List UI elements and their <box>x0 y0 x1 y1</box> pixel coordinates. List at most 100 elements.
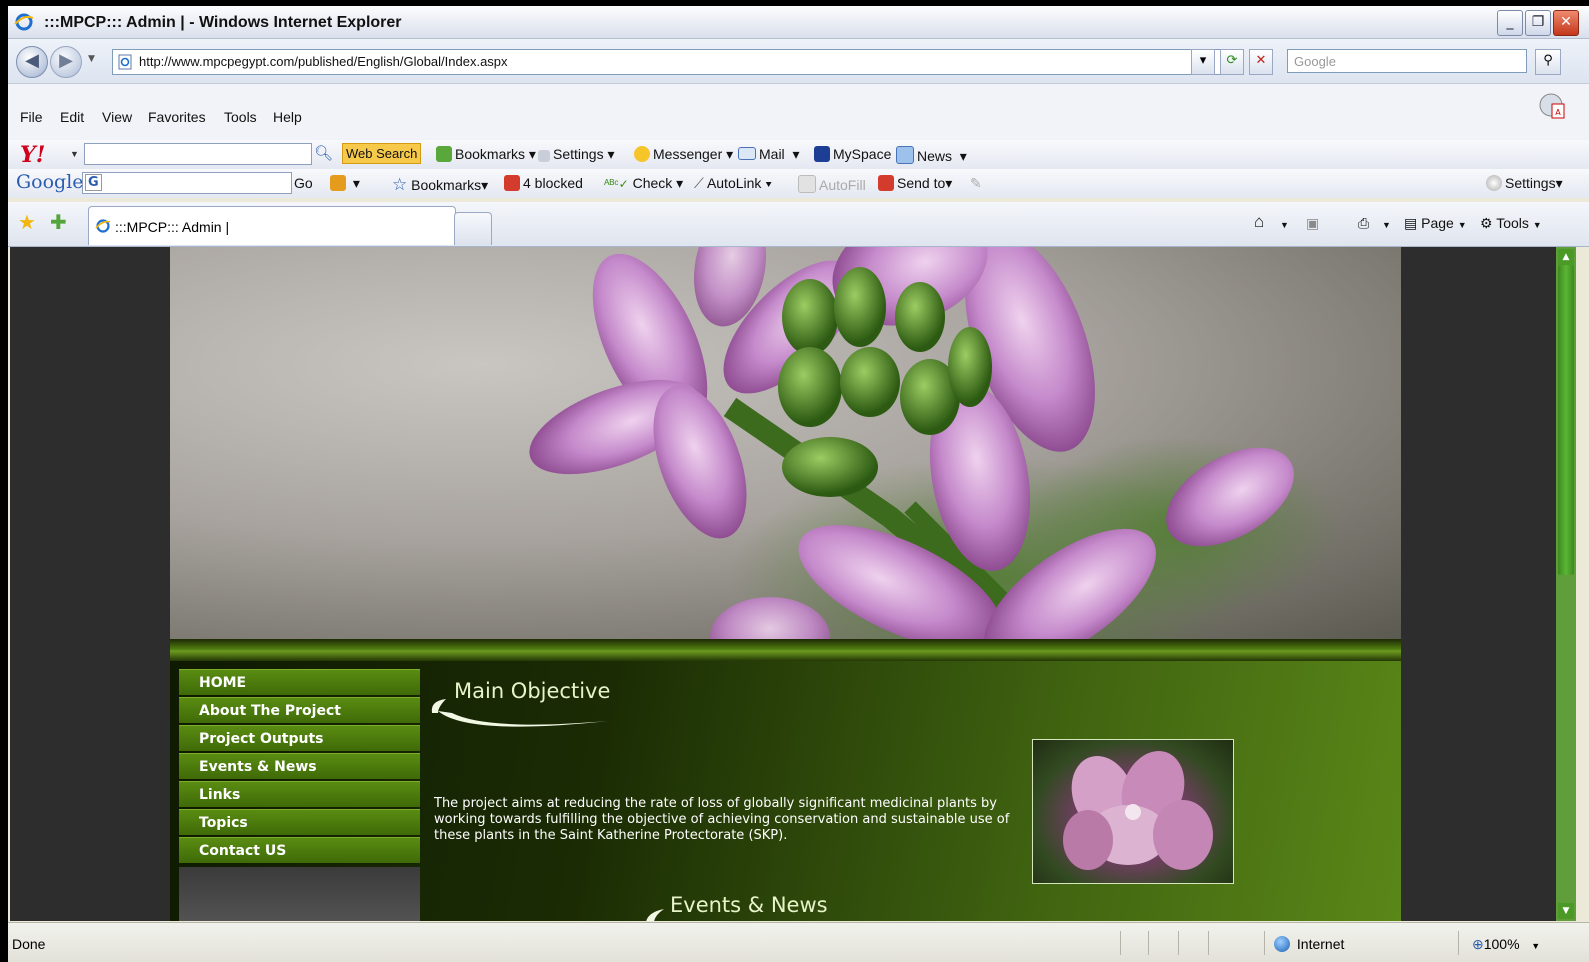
menu-view[interactable]: View <box>102 109 132 125</box>
send-to-button[interactable]: Send to▾ <box>878 175 952 192</box>
web-search-button[interactable]: Web Search <box>342 143 422 164</box>
magnifier-icon[interactable]: 🔍︎ <box>314 144 333 162</box>
nav-contact-us[interactable]: Contact US <box>179 837 420 863</box>
autofill-button[interactable]: AutoFill <box>798 175 866 193</box>
google-settings-button[interactable]: Settings▾ <box>1486 175 1563 192</box>
search-input[interactable]: Google <box>1287 49 1527 73</box>
minimize-button[interactable]: _ <box>1497 10 1523 36</box>
autolink-button[interactable]: ⟋ AutoLink ▾ <box>694 175 772 192</box>
yahoo-settings-label: Settings <box>553 146 604 162</box>
nav-project-outputs[interactable]: Project Outputs <box>179 725 420 751</box>
title-bar: :::MPCP::: Admin | - Windows Internet Ex… <box>8 6 1589 39</box>
status-divider <box>1264 931 1265 955</box>
mail-button[interactable]: Mail ▾ <box>738 146 799 163</box>
google-bookmarks-button[interactable]: ☆ Bookmarks▾ <box>392 175 488 195</box>
myspace-icon <box>814 146 830 162</box>
home-icon[interactable]: ⌂ <box>1254 212 1264 232</box>
yahoo-search-input[interactable] <box>84 143 312 165</box>
scroll-up-arrow-icon[interactable]: ▲ <box>1558 249 1574 265</box>
mail-label: Mail <box>759 146 785 162</box>
menu-bar: File Edit View Favorites Tools Help A <box>8 84 1589 140</box>
popup-blocker-button[interactable]: 4 blocked <box>504 175 583 191</box>
nav-links[interactable]: Links <box>179 781 420 807</box>
nav-events-news[interactable]: Events & News <box>179 753 420 779</box>
address-input[interactable]: http://www.mpcpegypt.com/published/Engli… <box>112 49 1244 75</box>
zone-label: Internet <box>1296 936 1345 952</box>
restore-button[interactable]: ❐ <box>1525 10 1551 36</box>
vertical-scrollbar[interactable]: ▲ ▼ <box>1556 247 1576 921</box>
acrobat-icon[interactable]: A <box>1538 92 1568 122</box>
autofill-label: AutoFill <box>819 177 866 193</box>
security-zone[interactable]: Internet <box>1274 936 1344 952</box>
print-icon[interactable]: ⎙ <box>1358 215 1369 232</box>
history-dropdown-icon[interactable]: ▼ <box>88 54 95 64</box>
spell-check-button[interactable]: ᴬᴮᶜ✓ Check ▾ <box>604 175 683 192</box>
menu-tools[interactable]: Tools <box>224 109 257 125</box>
menu-favorites[interactable]: Favorites <box>148 109 206 125</box>
scroll-down-arrow-icon[interactable]: ▼ <box>1558 903 1574 919</box>
highlighter-icon[interactable]: ✎ <box>970 175 982 192</box>
yahoo-bookmarks-button[interactable]: Bookmarks ▾ <box>436 146 536 163</box>
autofill-icon <box>798 175 816 193</box>
new-tab-button[interactable] <box>454 212 492 245</box>
zoom-label: 100% <box>1483 936 1520 952</box>
favorites-star-icon[interactable]: ★ <box>18 210 36 234</box>
home-dropdown-icon[interactable]: ▼ <box>1280 220 1289 230</box>
forward-button[interactable]: ▶ <box>50 46 82 78</box>
search-icon[interactable]: ⚲ <box>1535 49 1561 75</box>
menu-file[interactable]: File <box>20 109 43 125</box>
back-button[interactable]: ◀ <box>16 46 48 78</box>
print-dropdown-icon[interactable]: ▼ <box>1382 220 1391 230</box>
yahoo-logo[interactable]: Y! <box>20 142 45 168</box>
stop-icon[interactable]: ✕ <box>1249 49 1273 75</box>
yahoo-menu-dropdown-icon[interactable]: ▼ <box>70 149 79 159</box>
nav-about-the-project[interactable]: About The Project <box>179 697 420 723</box>
zoom-control[interactable]: ⊕100% ▼ <box>1472 936 1540 953</box>
refresh-icon[interactable]: ⟳ <box>1220 49 1244 75</box>
popup-blocked-icon <box>504 175 520 191</box>
nav-home[interactable]: HOME <box>179 669 420 695</box>
check-label: Check <box>632 175 673 191</box>
google-logo[interactable]: Google <box>16 171 84 193</box>
envelope-icon <box>738 147 756 160</box>
yahoo-settings-button[interactable]: Settings ▾ <box>538 146 615 163</box>
scroll-thumb[interactable] <box>1558 265 1574 575</box>
send-to-icon <box>878 175 894 191</box>
page-icon <box>118 54 132 70</box>
address-dropdown-button[interactable]: ▾ <box>1191 49 1215 75</box>
google-extras-button[interactable]: ▾ <box>330 175 360 192</box>
status-bar: Done Internet ⊕100% ▼ <box>8 922 1589 962</box>
ie-logo-icon <box>14 13 34 31</box>
thumbnail-flower-illustration <box>1063 751 1213 870</box>
smiley-icon <box>634 146 650 162</box>
address-row: ◀ ▶ ▼ http://www.mpcpegypt.com/published… <box>8 39 1589 84</box>
flower-illustration <box>529 247 1340 639</box>
mpcp-site: HOME About The Project Project Outputs E… <box>170 247 1401 921</box>
svg-text:A: A <box>1555 108 1561 117</box>
menu-help[interactable]: Help <box>273 109 302 125</box>
messenger-label: Messenger <box>653 146 723 162</box>
myspace-button[interactable]: MySpace <box>814 146 891 162</box>
news-icon <box>896 146 914 164</box>
menu-edit[interactable]: Edit <box>60 109 84 125</box>
tools-menu-button[interactable]: ⚙ Tools ▼ <box>1480 215 1542 232</box>
tab-active[interactable]: :::MPCP::: Admin | <box>88 206 456 245</box>
tab-ie-icon <box>95 219 111 233</box>
flower-thumbnail-image <box>1032 739 1234 884</box>
close-button[interactable]: ✕ <box>1553 10 1579 36</box>
status-divider <box>1120 931 1121 955</box>
page-menu-label: Page <box>1421 215 1454 231</box>
google-search-input[interactable]: G <box>82 172 292 194</box>
page-menu-button[interactable]: ▤ Page ▼ <box>1404 215 1467 232</box>
nav-topics[interactable]: Topics <box>179 809 420 835</box>
wrench-circle-icon <box>1486 175 1502 191</box>
star-outline-icon: ☆ <box>392 175 408 194</box>
google-bookmarks-label: Bookmarks <box>411 177 482 193</box>
feeds-icon[interactable]: ▣ <box>1306 215 1319 232</box>
main-objective-heading: Main Objective <box>454 679 611 703</box>
messenger-button[interactable]: Messenger ▾ <box>634 146 733 163</box>
add-favorite-icon[interactable]: ✚ <box>50 210 67 234</box>
google-go-button[interactable]: Go <box>294 175 313 191</box>
news-button[interactable]: News ▾ <box>896 146 967 165</box>
url-text: http://www.mpcpegypt.com/published/Engli… <box>139 54 508 69</box>
